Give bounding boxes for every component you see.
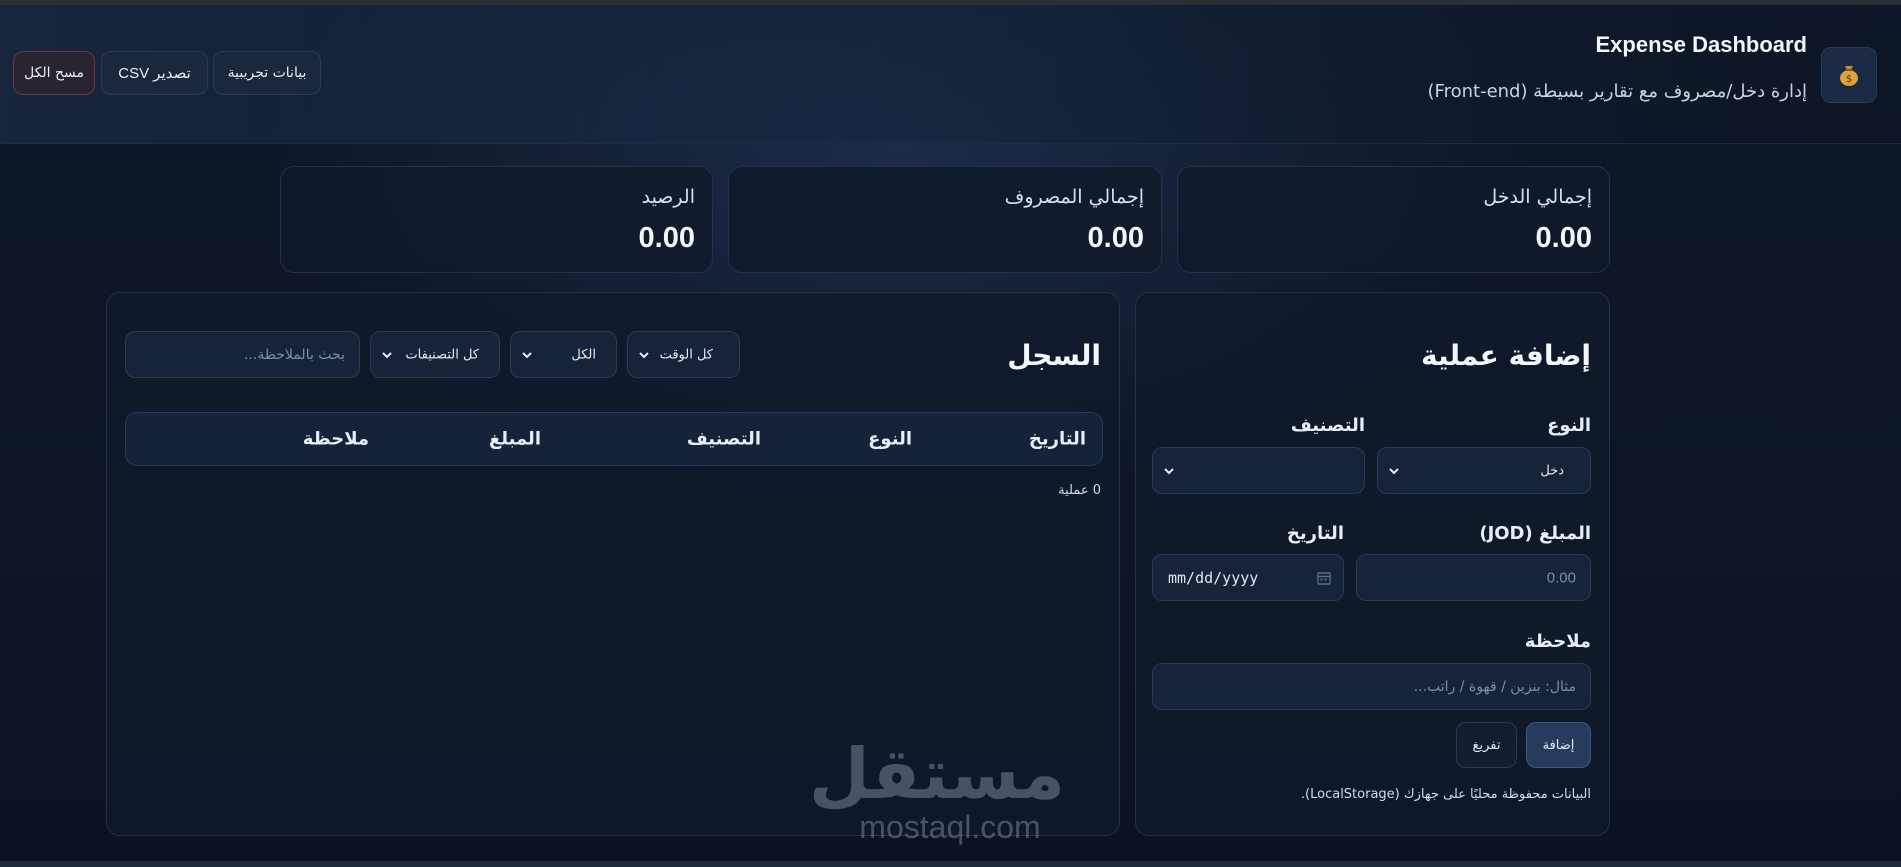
log-title: السجل — [1007, 339, 1101, 372]
category-filter-select[interactable]: كل التصنيفات — [370, 331, 500, 378]
calendar-icon[interactable] — [1317, 571, 1331, 585]
income-stat-card: إجمالي الدخل 0.00 — [1177, 166, 1610, 273]
add-transaction-title: إضافة عملية — [1421, 339, 1591, 372]
column-header-category: التصنيف — [686, 428, 761, 450]
type-filter-value: الكل — [571, 347, 596, 362]
amount-label: المبلغ (JOD) — [1479, 523, 1591, 544]
note-placeholder: مثال: بنزين / قهوة / راتب... — [1413, 678, 1576, 695]
search-placeholder: بحث بالملاحظة... — [243, 346, 345, 363]
type-label: النوع — [1547, 415, 1591, 436]
page-background: $ Expense Dashboard إدارة دخل/مصروف مع ت… — [0, 0, 1901, 867]
app-title: Expense Dashboard — [1595, 32, 1807, 57]
search-input[interactable]: بحث بالملاحظة... — [125, 331, 360, 378]
add-button[interactable]: إضافة — [1526, 722, 1591, 768]
amount-input[interactable]: 0.00 — [1356, 554, 1591, 601]
time-filter-value: كل الوقت — [659, 347, 713, 362]
chevron-down-icon — [1389, 467, 1399, 474]
chevron-down-icon — [1164, 467, 1174, 474]
export-csv-button[interactable]: تصدير CSV — [101, 51, 208, 95]
category-select[interactable] — [1152, 447, 1365, 494]
chevron-down-icon — [382, 351, 392, 358]
column-header-amount: المبلغ — [489, 428, 541, 450]
column-header-type: النوع — [868, 428, 912, 450]
svg-text:$: $ — [1846, 74, 1852, 85]
note-label: ملاحظة — [1524, 631, 1591, 652]
chevron-down-icon — [639, 351, 649, 358]
note-input[interactable]: مثال: بنزين / قهوة / راتب... — [1152, 663, 1591, 710]
expense-stat-card: إجمالي المصروف 0.00 — [728, 166, 1162, 273]
income-stat-value: 0.00 — [1535, 222, 1592, 254]
type-filter-select[interactable]: الكل — [510, 331, 617, 378]
date-placeholder: mm/dd/yyyy — [1168, 568, 1259, 587]
mostaql-watermark: مستقل mostaql.com — [808, 733, 1065, 845]
table-header-row: التاريخ النوع التصنيف المبلغ ملاحظة — [125, 412, 1103, 466]
amount-placeholder: 0.00 — [1546, 569, 1576, 586]
demo-data-button[interactable]: بيانات تجريبية — [213, 51, 321, 95]
type-select-value: دخل — [1540, 463, 1564, 478]
category-filter-value: كل التصنيفات — [405, 347, 479, 362]
transaction-count: 0 عملية — [1058, 483, 1101, 498]
column-header-note: ملاحظة — [302, 428, 369, 450]
app-header: $ Expense Dashboard إدارة دخل/مصروف مع ت… — [0, 5, 1901, 144]
app-subtitle: إدارة دخل/مصروف مع تقارير بسيطة (Front-e… — [1427, 81, 1807, 102]
category-label: التصنيف — [1290, 415, 1365, 436]
date-input[interactable]: mm/dd/yyyy — [1152, 554, 1344, 601]
storage-note: البيانات محفوظة محليًا على جهازك (LocalS… — [1300, 787, 1591, 802]
time-filter-select[interactable]: كل الوقت — [627, 331, 740, 378]
clear-all-button[interactable]: مسح الكل — [13, 51, 95, 95]
income-stat-label: إجمالي الدخل — [1483, 186, 1592, 208]
balance-stat-value: 0.00 — [638, 222, 695, 254]
money-bag-icon: $ — [1840, 66, 1858, 86]
balance-stat-label: الرصيد — [641, 186, 695, 208]
add-transaction-card: إضافة عملية النوع دخل التصنيف المبلغ (JO… — [1135, 292, 1610, 836]
expense-stat-value: 0.00 — [1087, 222, 1144, 254]
reset-button[interactable]: تفريغ — [1456, 722, 1517, 768]
window-bottom-edge — [0, 861, 1901, 867]
watermark-arabic: مستقل — [808, 733, 1065, 815]
date-label: التاريخ — [1286, 523, 1344, 544]
expense-stat-label: إجمالي المصروف — [1004, 186, 1144, 208]
app-logo: $ — [1821, 47, 1877, 103]
chevron-down-icon — [522, 351, 532, 358]
balance-stat-card: الرصيد 0.00 — [280, 166, 713, 273]
type-select[interactable]: دخل — [1377, 447, 1591, 494]
column-header-date: التاريخ — [1028, 428, 1086, 450]
watermark-latin: mostaql.com — [859, 809, 1041, 845]
